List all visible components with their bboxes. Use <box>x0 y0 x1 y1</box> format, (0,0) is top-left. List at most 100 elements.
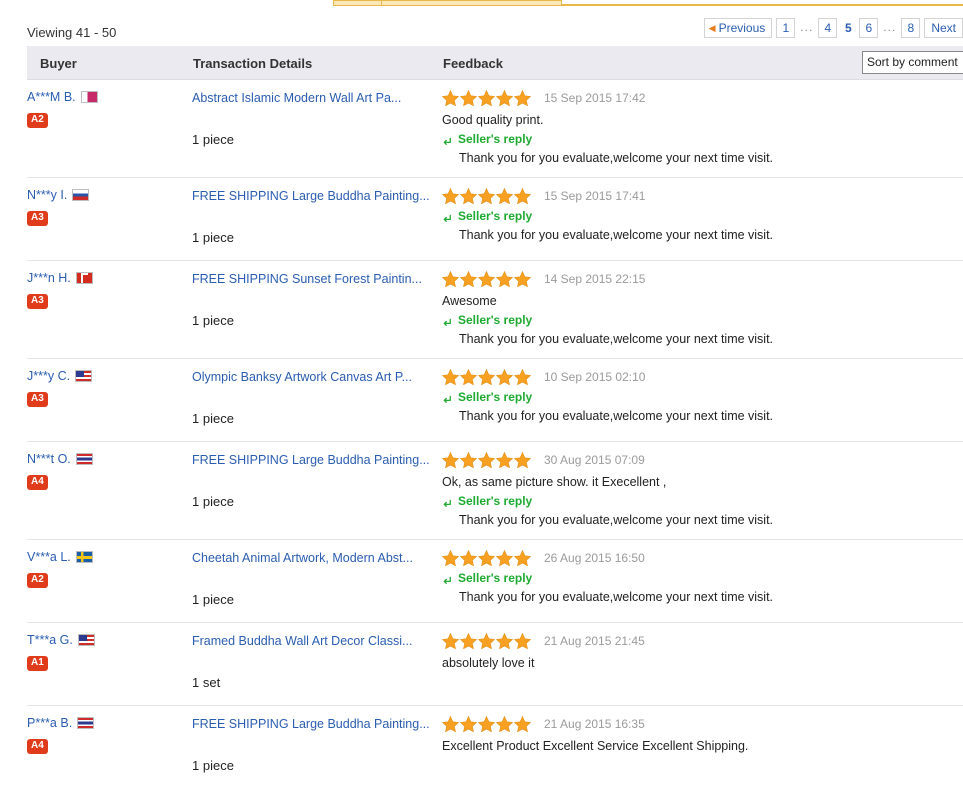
buyer-cell: T***a G. A1 <box>27 623 192 671</box>
product-title-link[interactable]: Cheetah Animal Artwork, Modern Abst... <box>192 540 442 565</box>
pagination-page-4[interactable]: 4 <box>818 18 838 38</box>
product-title-link[interactable]: Framed Buddha Wall Art Decor Classi... <box>192 623 442 648</box>
table-row: J***y C. A3 Olympic Banksy Artwork Canvas … <box>27 359 963 442</box>
pagination-previous-button[interactable]: ◀ Previous <box>703 18 773 38</box>
buyer-level-badge[interactable]: A3 <box>27 294 48 309</box>
pagination-page-8[interactable]: 8 <box>901 18 921 38</box>
pagination-next-button[interactable]: Next <box>924 18 963 38</box>
star-icon <box>495 632 514 650</box>
feedback-date: 15 Sep 2015 17:42 <box>544 91 646 105</box>
rating-stars <box>441 89 532 107</box>
feedback-cell: 21 Aug 2015 21:45 absolutely love it <box>441 623 963 705</box>
product-title-link[interactable]: FREE SHIPPING Sunset Forest Paintin... <box>192 261 442 286</box>
reply-arrow-icon <box>442 211 453 222</box>
feedback-cell: 14 Sep 2015 22:15 Awesome Seller's reply Th… <box>441 261 963 358</box>
buyer-name-link[interactable]: J***y C. <box>27 369 70 383</box>
buyer-badge-wrap: A3 <box>27 383 192 407</box>
maple-leaf-icon <box>82 275 88 283</box>
star-icon <box>459 187 478 205</box>
seller-reply-text: Thank you for you evaluate,welcome your … <box>459 228 774 242</box>
star-icon <box>477 715 496 733</box>
product-title-link[interactable]: FREE SHIPPING Large Buddha Painting... <box>192 178 442 203</box>
feedback-cell: 10 Sep 2015 02:10 Seller's reply Thank you… <box>441 359 963 441</box>
feedback-cell: 21 Aug 2015 16:35 Excellent Product Excel… <box>441 706 963 788</box>
rating-stars <box>441 451 532 469</box>
buyer-badge-wrap: A3 <box>27 202 192 226</box>
sort-by-select[interactable]: Sort by comment <box>862 51 963 74</box>
active-tab-remnant <box>333 0 562 6</box>
table-row: T***a G. A1 Framed Buddha Wall Art Decor C… <box>27 623 963 706</box>
quantity-label: 1 piece <box>192 132 234 147</box>
seller-reply-label: Seller's reply <box>458 313 533 327</box>
buyer-badge-wrap: A4 <box>27 730 192 754</box>
seller-reply-header: Seller's reply <box>442 313 953 327</box>
buyer-level-badge[interactable]: A2 <box>27 573 48 588</box>
star-icon <box>441 715 460 733</box>
buyer-name-line: A***M B. <box>27 80 192 104</box>
buyer-name-link[interactable]: T***a G. <box>27 633 73 647</box>
product-title-link[interactable]: Olympic Banksy Artwork Canvas Art P... <box>192 359 442 384</box>
buyer-name-link[interactable]: V***a L. <box>27 550 71 564</box>
quantity-label: 1 piece <box>192 313 234 328</box>
buyer-name-link[interactable]: N***y I. <box>27 188 67 202</box>
product-title-link[interactable]: FREE SHIPPING Large Buddha Painting... <box>192 442 442 467</box>
buyer-cell: J***n H. A3 <box>27 261 192 309</box>
buyer-badge-wrap: A4 <box>27 466 192 490</box>
buyer-level-badge[interactable]: A4 <box>27 475 48 490</box>
rating-stars <box>441 715 532 733</box>
feedback-rating-row: 15 Sep 2015 17:41 <box>441 187 953 205</box>
buyer-name-line: J***n H. <box>27 261 192 285</box>
seller-reply-text: Thank you for you evaluate,welcome your … <box>459 151 774 165</box>
star-icon <box>495 451 514 469</box>
feedback-date: 26 Aug 2015 16:50 <box>544 551 645 565</box>
buyer-level-badge[interactable]: A3 <box>27 211 48 226</box>
star-icon <box>441 451 460 469</box>
star-icon <box>513 187 532 205</box>
reply-arrow-icon <box>442 315 453 326</box>
sweden-flag-cross-bar <box>76 556 92 559</box>
quantity-label: 1 set <box>192 675 221 690</box>
feedback-date: 14 Sep 2015 22:15 <box>544 272 646 286</box>
buyer-name-link[interactable]: N***t O. <box>27 452 71 466</box>
feedback-comment: Ok, as same picture show. it Execellent … <box>442 475 667 489</box>
quantity-label: 1 piece <box>192 494 234 509</box>
buyer-level-badge[interactable]: A3 <box>27 392 48 407</box>
product-title-link[interactable]: FREE SHIPPING Large Buddha Painting... <box>192 706 442 731</box>
feedback-cell: 15 Sep 2015 17:42 Good quality print. Sell… <box>441 80 963 177</box>
pagination-page-5-current[interactable]: 5 <box>841 18 855 38</box>
star-icon <box>477 187 496 205</box>
buyer-badge-wrap: A2 <box>27 104 192 128</box>
list-toolbar: Viewing 41 - 50 ◀ Previous 1 ... 4 5 6 ..… <box>0 6 963 46</box>
pagination-page-6[interactable]: 6 <box>859 18 879 38</box>
reply-arrow-icon <box>442 392 453 403</box>
seller-reply-text: Thank you for you evaluate,welcome your … <box>459 513 774 527</box>
pagination-ellipsis-left: ... <box>800 20 814 34</box>
transaction-cell: Cheetah Animal Artwork, Modern Abst... 1 … <box>192 540 442 607</box>
buyer-name-link[interactable]: A***M B. <box>27 90 76 104</box>
buyer-name-line: N***t O. <box>27 442 192 466</box>
buyer-level-badge[interactable]: A2 <box>27 113 48 128</box>
rating-stars <box>441 368 532 386</box>
buyer-name-line: J***y C. <box>27 359 192 383</box>
buyer-name-link[interactable]: J***n H. <box>27 271 71 285</box>
star-icon <box>513 549 532 567</box>
product-title-link[interactable]: Abstract Islamic Modern Wall Art Pa... <box>192 80 442 105</box>
feedback-comment: Awesome <box>442 294 497 308</box>
feedback-rating-row: 30 Aug 2015 07:09 <box>441 451 953 469</box>
seller-reply-header: Seller's reply <box>442 209 953 223</box>
star-icon <box>459 368 478 386</box>
pagination-page-1[interactable]: 1 <box>776 18 796 38</box>
pagination-previous-label: Previous <box>718 21 766 35</box>
buyer-level-badge[interactable]: A4 <box>27 739 48 754</box>
rating-stars <box>441 270 532 288</box>
buyer-cell: P***a B. A4 <box>27 706 192 754</box>
seller-reply-label: Seller's reply <box>458 209 533 223</box>
star-icon <box>441 632 460 650</box>
seller-reply-label: Seller's reply <box>458 494 533 508</box>
reply-arrow-icon <box>442 496 453 507</box>
buyer-level-badge[interactable]: A1 <box>27 656 48 671</box>
buyer-name-link[interactable]: P***a B. <box>27 716 72 730</box>
column-header-feedback: Feedback <box>443 56 503 71</box>
buyer-cell: N***t O. A4 <box>27 442 192 490</box>
rating-stars <box>441 187 532 205</box>
